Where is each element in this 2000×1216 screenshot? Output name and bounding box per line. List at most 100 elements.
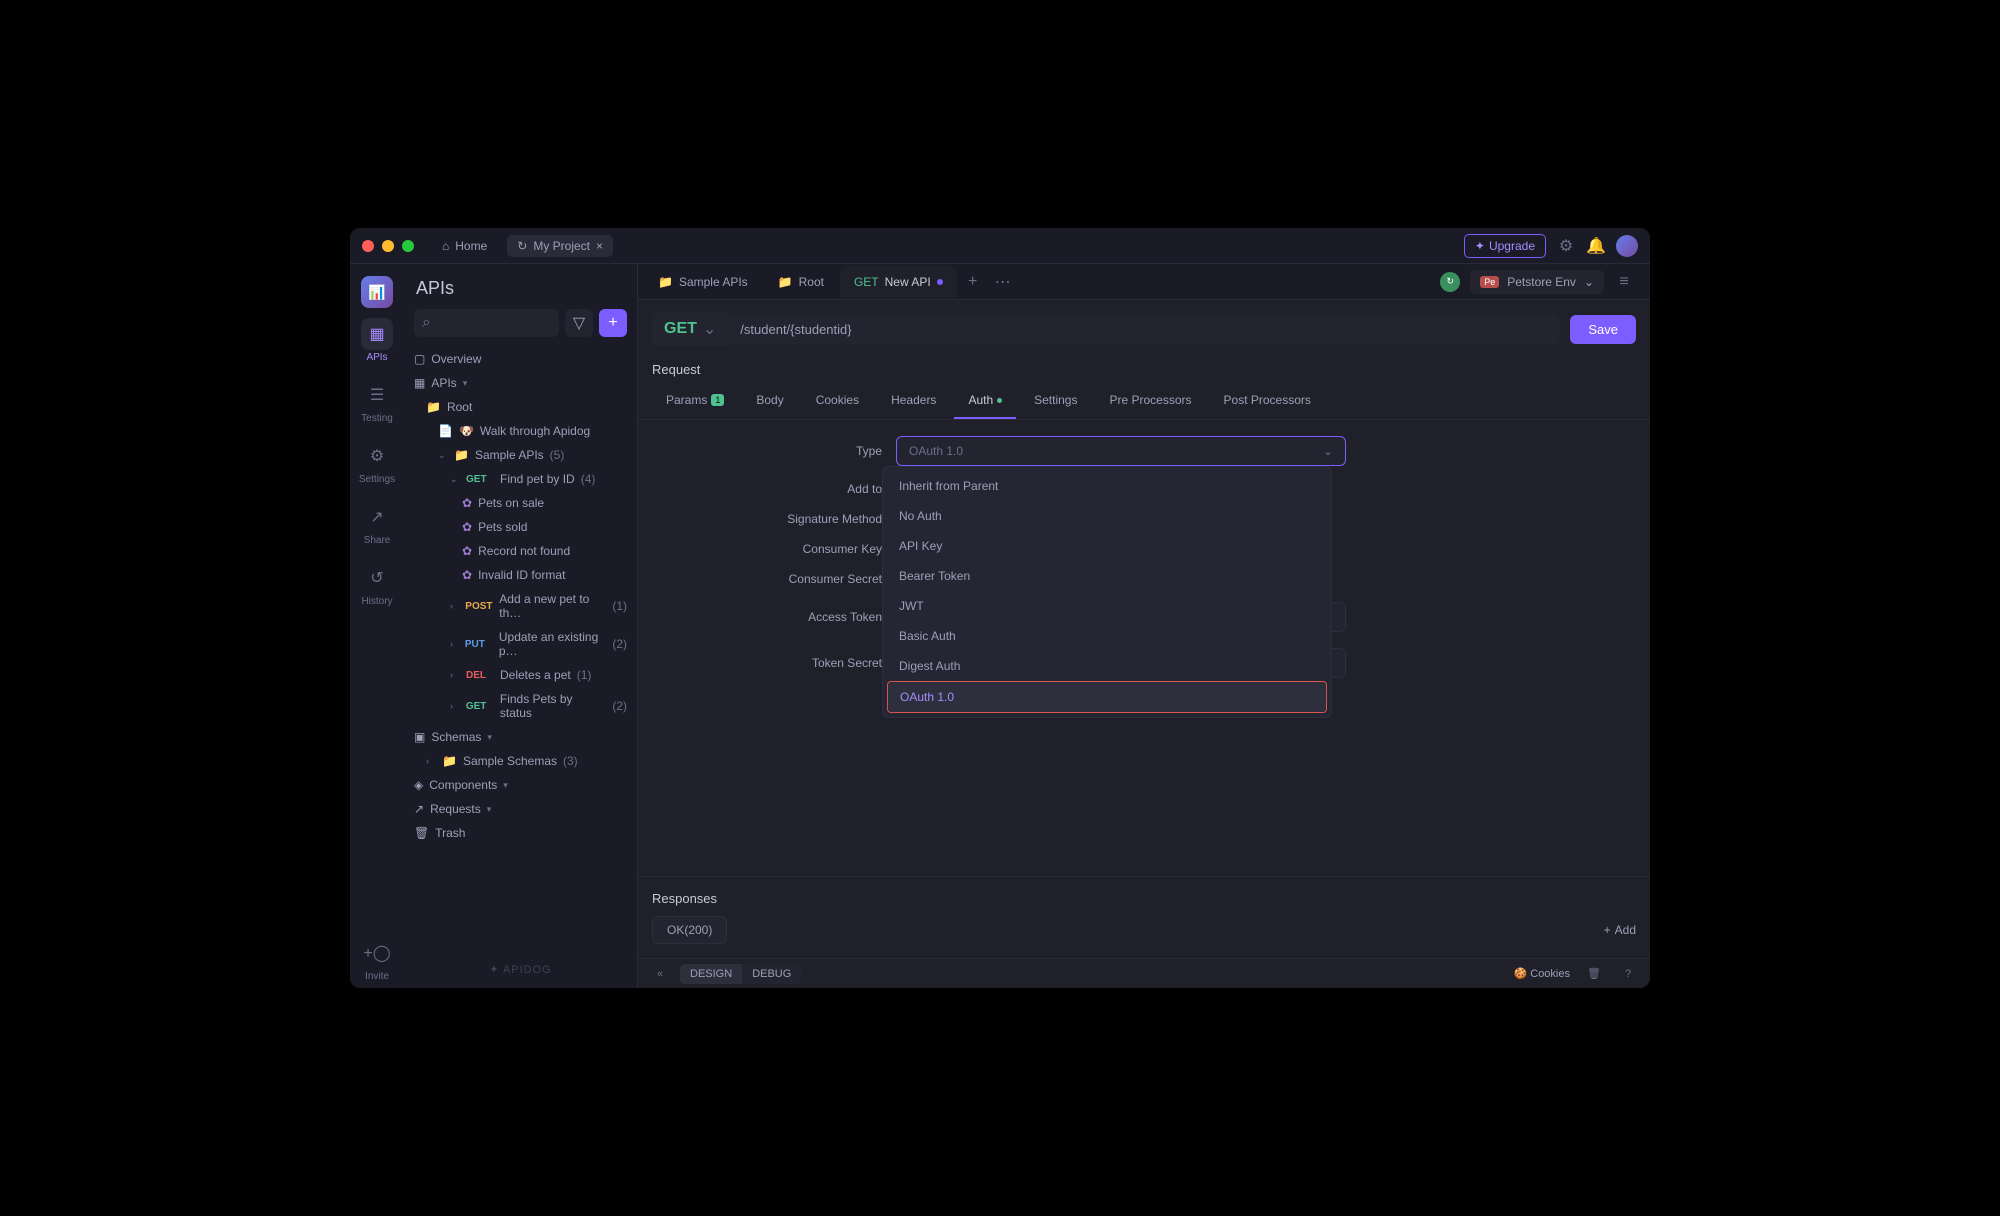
search-icon: ⌕ (422, 314, 431, 332)
rail-testing[interactable]: ☰ Testing (361, 373, 393, 430)
tree-ex-invalid[interactable]: ✿Invalid ID format (404, 563, 637, 587)
tree-ex-sold[interactable]: ✿Pets sold (404, 515, 637, 539)
url-input[interactable]: /student/{studentid} (728, 315, 1560, 344)
filter-button[interactable]: ▽ (565, 309, 593, 337)
tree-update-pet[interactable]: ›PUTUpdate an existing p…(2) (404, 625, 637, 663)
doc-icon: 📄 (438, 424, 453, 438)
tree-sample-schemas[interactable]: ›📁Sample Schemas(3) (404, 749, 637, 773)
tree-trash[interactable]: 🗑Trash (404, 821, 637, 845)
tab-pre-processors[interactable]: Pre Processors (1095, 385, 1205, 419)
env-selector[interactable]: Pe Petstore Env ⌄ (1470, 270, 1604, 294)
tab-overflow[interactable]: ⋯ (989, 272, 1017, 292)
tree-requests[interactable]: ↗Requests▾ (404, 797, 637, 821)
rail-testing-label: Testing (361, 413, 393, 424)
chevron-down-icon: ▾ (503, 780, 513, 791)
upgrade-button[interactable]: ✦ Upgrade (1464, 234, 1546, 258)
tab-settings[interactable]: Settings (1020, 385, 1091, 419)
auth-form: Type OAuth 1.0 ⌄ Inherit from Parent No … (638, 420, 1650, 876)
tree-overview[interactable]: ▢Overview (404, 347, 637, 371)
env-badge-label: Pe (1480, 276, 1499, 288)
tree-ex-notfound[interactable]: ✿Record not found (404, 539, 637, 563)
tab-new-api[interactable]: GETNew API (840, 266, 957, 298)
tree-find-status[interactable]: ›GETFinds Pets by status(2) (404, 687, 637, 725)
tab-headers[interactable]: Headers (877, 385, 950, 419)
chevron-right-icon: › (450, 639, 459, 649)
response-ok[interactable]: OK(200) (652, 916, 727, 944)
tab-auth[interactable]: Auth (954, 385, 1016, 419)
dd-jwt[interactable]: JWT (887, 591, 1327, 621)
tree-root[interactable]: 📁Root (404, 395, 637, 419)
tree-walkthrough[interactable]: 📄🐶Walk through Apidog (404, 419, 637, 443)
project-tag[interactable]: ↻ My Project × (507, 235, 613, 257)
rail-share-label: Share (364, 535, 391, 546)
auth-type-select[interactable]: OAuth 1.0 ⌄ (896, 436, 1346, 466)
save-button[interactable]: Save (1570, 315, 1636, 344)
tree-add-pet[interactable]: ›POSTAdd a new pet to th…(1) (404, 587, 637, 625)
help-icon[interactable]: ? (1618, 968, 1638, 980)
add-response[interactable]: +Add (1604, 923, 1636, 937)
sidebar-footer: ✦ APIDOG (404, 951, 637, 988)
mode-design[interactable]: DESIGN (680, 964, 742, 984)
app-logo: 📊 (361, 276, 393, 308)
dd-bearer[interactable]: Bearer Token (887, 561, 1327, 591)
tab-body[interactable]: Body (742, 385, 797, 419)
rail-history[interactable]: ↺ History (361, 556, 393, 613)
api-tree: ▢Overview ▦APIs▾ 📁Root 📄🐶Walk through Ap… (404, 347, 637, 951)
window-controls (362, 240, 414, 252)
rail-share[interactable]: ↗ Share (361, 495, 393, 552)
bell-icon[interactable]: 🔔 (1586, 236, 1606, 256)
dd-digest[interactable]: Digest Auth (887, 651, 1327, 681)
avatar[interactable] (1616, 235, 1638, 257)
search-input[interactable]: ⌕ (414, 309, 559, 337)
dd-oauth1[interactable]: OAuth 1.0 (888, 682, 1326, 712)
tab-root[interactable]: 📁Root (764, 266, 838, 298)
home-button[interactable]: ⌂ Home (442, 239, 487, 253)
add-tab-button[interactable]: + (959, 273, 987, 291)
env-refresh[interactable]: ↻ (1440, 272, 1460, 292)
chevron-down-icon: ⌄ (703, 319, 716, 339)
minimize-window[interactable] (382, 240, 394, 252)
rail-invite[interactable]: +◯ Invite (361, 931, 393, 988)
auth-indicator (997, 398, 1002, 403)
tree-components[interactable]: ◈Components▾ (404, 773, 637, 797)
plus-icon: + (1604, 923, 1611, 937)
rail-settings[interactable]: ⚙ Settings (359, 434, 395, 491)
tab-post-processors[interactable]: Post Processors (1210, 385, 1325, 419)
collapse-icon[interactable]: « (650, 968, 670, 980)
tab-cookies[interactable]: Cookies (802, 385, 873, 419)
close-icon[interactable]: × (596, 239, 603, 253)
tab-params[interactable]: Params1 (652, 385, 738, 419)
plus-icon: + (608, 314, 617, 332)
tree-schemas[interactable]: ▣Schemas▾ (404, 725, 637, 749)
trash-icon[interactable]: 🗑 (1584, 967, 1604, 980)
tree-delete-pet[interactable]: ›DELDeletes a pet(1) (404, 663, 637, 687)
dd-noauth[interactable]: No Auth (887, 501, 1327, 531)
refresh-icon: ↻ (517, 239, 527, 253)
rail-apis[interactable]: ▦ APIs (361, 312, 393, 369)
method-selector[interactable]: GET ⌄ (652, 312, 728, 346)
sidebar: APIs ⌕ ▽ + ▢Overview ▦APIs▾ 📁Root 📄🐶Walk… (404, 264, 638, 988)
method-label: GET (664, 320, 697, 338)
share-icon: ↗ (361, 501, 393, 533)
mode-debug[interactable]: DEBUG (742, 964, 801, 984)
dd-inherit[interactable]: Inherit from Parent (887, 471, 1327, 501)
add-button[interactable]: + (599, 309, 627, 337)
close-window[interactable] (362, 240, 374, 252)
dd-apikey[interactable]: API Key (887, 531, 1327, 561)
menu-icon[interactable]: ≡ (1614, 273, 1634, 291)
tree-ex-sale[interactable]: ✿Pets on sale (404, 491, 637, 515)
rail-settings-label: Settings (359, 474, 395, 485)
env-name: Petstore Env (1507, 275, 1576, 289)
overview-icon: ▢ (414, 352, 425, 366)
tree-find-pet[interactable]: ⌄GETFind pet by ID(4) (404, 467, 637, 491)
tree-apis[interactable]: ▦APIs▾ (404, 371, 637, 395)
cookies-button[interactable]: 🍪 Cookies (1513, 967, 1570, 980)
maximize-window[interactable] (402, 240, 414, 252)
tab-sample-apis[interactable]: 📁Sample APIs (644, 266, 762, 298)
chevron-down-icon: ▾ (487, 732, 497, 743)
gear-icon[interactable]: ⚙ (1556, 236, 1576, 256)
folder-icon: 📁 (454, 448, 469, 462)
tree-sample-apis[interactable]: ⌄📁Sample APIs(5) (404, 443, 637, 467)
invite-icon: +◯ (361, 937, 393, 969)
dd-basic[interactable]: Basic Auth (887, 621, 1327, 651)
